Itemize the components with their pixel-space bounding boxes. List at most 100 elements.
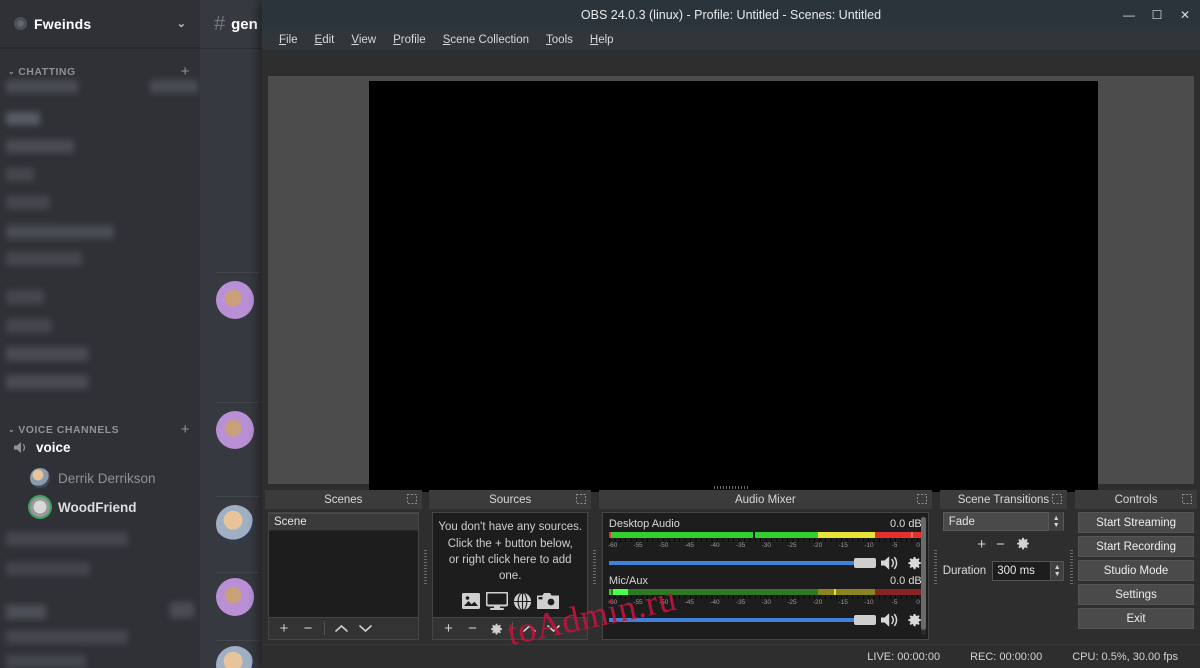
menu-view[interactable]: View [344, 32, 383, 48]
source-type-icons [461, 592, 559, 611]
speaker-icon [14, 441, 30, 454]
slider-knob[interactable] [854, 558, 876, 568]
voice-channel-label: voice [36, 440, 71, 455]
close-icon[interactable]: ✕ [1178, 8, 1192, 22]
start-streaming-button[interactable]: Start Streaming [1078, 512, 1194, 533]
float-dock-icon[interactable] [1052, 494, 1062, 504]
float-dock-icon[interactable] [576, 494, 586, 504]
scale-tick: -5 [892, 542, 898, 549]
remove-transition-button[interactable]: − [996, 536, 1005, 555]
duration-input[interactable]: 300 ms ▲ ▼ [992, 561, 1064, 581]
add-transition-button[interactable]: + [977, 536, 986, 555]
voice-user-derrik[interactable]: Derrik Derrikson [30, 463, 156, 493]
move-scene-up-button[interactable] [330, 619, 352, 638]
voice-user-name: WoodFriend [58, 500, 137, 515]
menu-help[interactable]: Help [583, 32, 621, 48]
dock-row: Scenes Scene + − [262, 490, 1200, 644]
menu-profile[interactable]: Profile [386, 32, 433, 48]
scale-tick: -30 [762, 599, 771, 606]
preview-canvas[interactable] [369, 81, 1098, 492]
avatar [216, 411, 254, 449]
scenes-list[interactable]: Scene [268, 512, 419, 618]
voice-user-name: Derrik Derrikson [58, 471, 156, 486]
transition-select[interactable]: Fade ▲ ▼ [943, 512, 1064, 531]
obs-titlebar: OBS 24.0.3 (linux) - Profile: Untitled -… [262, 0, 1200, 29]
volume-slider[interactable] [609, 556, 876, 570]
spinner-arrows-icon[interactable]: ▲ ▼ [1050, 561, 1064, 581]
studio-mode-button[interactable]: Studio Mode [1078, 560, 1194, 581]
maximize-icon[interactable]: ☐ [1150, 8, 1164, 22]
add-channel-icon[interactable]: + [181, 64, 190, 79]
menu-scene-collection[interactable]: Scene Collection [436, 32, 536, 48]
scale-tick: -60 [608, 542, 617, 549]
gear-icon[interactable] [485, 619, 507, 638]
avatar [30, 497, 50, 517]
move-source-down-button[interactable] [542, 619, 564, 638]
window-buttons: — ☐ ✕ [1122, 8, 1192, 22]
mixer-controls-row [609, 555, 922, 571]
menu-file[interactable]: File [272, 32, 305, 48]
minimize-icon[interactable]: — [1122, 8, 1136, 22]
scale-tick: -30 [762, 542, 771, 549]
menu-tools[interactable]: Tools [539, 32, 580, 48]
sources-empty-state[interactable]: You don't have any sources. Click the + … [432, 512, 587, 618]
remove-scene-button[interactable]: − [297, 619, 319, 638]
add-source-button[interactable]: + [437, 619, 459, 638]
list-item[interactable]: Scene [269, 513, 418, 531]
slider-track [609, 618, 876, 622]
voice-channel-voice[interactable]: voice [8, 436, 184, 458]
preview-area[interactable] [268, 76, 1194, 484]
mixer-scrollbar[interactable] [921, 517, 926, 635]
slider-knob[interactable] [854, 615, 876, 625]
controls-dock-title: Controls [1075, 490, 1197, 509]
float-dock-icon[interactable] [407, 494, 417, 504]
exit-button[interactable]: Exit [1078, 608, 1194, 629]
menu-label: ools [552, 34, 573, 46]
float-dock-icon[interactable] [1182, 494, 1192, 504]
volume-slider[interactable] [609, 613, 876, 627]
chevron-down-icon: ▼ [1054, 571, 1061, 578]
menu-label: elp [598, 34, 613, 46]
message-row [216, 411, 254, 449]
gear-icon[interactable] [1015, 536, 1030, 555]
menu-mnemonic: F [279, 34, 286, 46]
scene-transitions-dock: Scene Transitions Fade ▲ ▼ + [939, 490, 1068, 644]
image-icon [461, 592, 481, 611]
settings-button[interactable]: Settings [1078, 584, 1194, 605]
gear-icon[interactable] [906, 555, 922, 571]
add-scene-button[interactable]: + [273, 619, 295, 638]
audio-mixer-list[interactable]: Desktop Audio 0.0 dB [602, 512, 929, 640]
scene-transitions-title-label: Scene Transitions [958, 494, 1049, 506]
chevron-down-icon: ▼ [1053, 522, 1060, 529]
add-channel-icon[interactable]: + [181, 422, 190, 437]
scale-tick: -55 [633, 599, 642, 606]
menu-edit[interactable]: Edit [308, 32, 342, 48]
float-dock-icon[interactable] [917, 494, 927, 504]
obs-window-title: OBS 24.0.3 (linux) - Profile: Untitled -… [262, 8, 1200, 22]
sources-dock: Sources You don't have any sources. Clic… [428, 490, 591, 644]
scale-tick: -45 [685, 542, 694, 549]
sources-toolbar: + − [432, 618, 587, 640]
move-scene-down-button[interactable] [354, 619, 376, 638]
start-recording-button[interactable]: Start Recording [1078, 536, 1194, 557]
mixer-channel-mic-aux: Mic/Aux 0.0 dB [609, 575, 922, 628]
browser-icon [513, 592, 532, 611]
gear-icon[interactable] [906, 612, 922, 628]
mute-speaker-icon[interactable] [881, 612, 901, 628]
move-source-up-button[interactable] [518, 619, 540, 638]
camera-icon [537, 592, 559, 611]
avatar [216, 281, 254, 319]
voice-user-woodfriend[interactable]: WoodFriend [30, 492, 137, 522]
chevron-down-icon[interactable]: ⌄ [177, 17, 186, 30]
sources-title-label: Sources [489, 494, 531, 506]
menu-mnemonic: V [351, 34, 358, 46]
spinner-arrows-icon[interactable]: ▲ ▼ [1048, 512, 1063, 531]
server-header[interactable]: Fweinds ⌄ [0, 0, 200, 48]
category-chatting[interactable]: ⌄ CHATTING + [0, 48, 200, 83]
hash-icon: # [214, 13, 225, 36]
mixer-channel-header: Desktop Audio 0.0 dB [609, 518, 922, 530]
mute-speaker-icon[interactable] [881, 555, 901, 571]
discord-channel-sidebar: Fweinds ⌄ ⌄ CHATTING + ⌄ VOICE CHANNELS [0, 0, 200, 668]
remove-source-button[interactable]: − [461, 619, 483, 638]
channel-header-name: gen [231, 16, 258, 33]
